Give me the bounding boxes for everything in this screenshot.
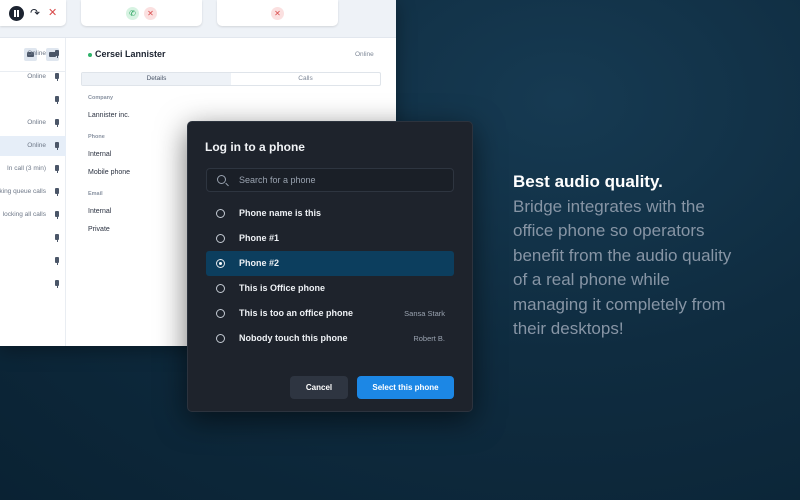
phone-name: Phone name is this [239,208,322,218]
email-private: Private [88,226,110,233]
dialog-title: Log in to a phone [205,140,305,154]
status-text: Online [27,142,46,149]
phone-name: This is too an office phone [239,308,354,318]
pin-icon[interactable] [55,142,59,150]
hangup-icon[interactable]: ✕ [48,6,57,21]
reject-call-icon[interactable]: ✕ [144,7,157,20]
pin-icon[interactable] [55,280,59,288]
phone-name: This is Office phone [239,283,326,293]
phone-option[interactable]: Nobody touch this phone Robert B. [206,326,454,351]
phone-name: Phone #1 [239,233,280,243]
phone-option[interactable]: Phone name is this [206,201,454,226]
pin-icon[interactable] [55,165,59,173]
phone-mobile: Mobile phone [88,169,131,176]
status-row[interactable] [0,274,66,294]
status-row[interactable]: Online [0,67,66,87]
status-row[interactable] [0,251,66,271]
status-row[interactable]: Online [0,136,66,156]
phone-owner: Sansa Stark [404,309,445,318]
status-text: king queue calls [0,188,46,195]
pin-icon[interactable] [55,50,59,58]
status-row[interactable]: In call (3 min) [0,159,66,179]
radio-unchecked-icon[interactable] [216,309,225,318]
online-dot-icon [88,53,92,57]
status-text: Online [27,50,46,57]
active-call-controls: ↷ ✕ [0,0,66,26]
status-text: locking all calls [2,211,46,218]
tab-calls[interactable]: Calls [231,73,380,85]
phone-internal: Internal [88,151,112,158]
pin-icon[interactable] [55,211,59,219]
phone-owner: Robert B. [413,334,445,343]
status-row[interactable]: king queue calls [0,182,66,202]
phone-option[interactable]: This is Office phone [206,276,454,301]
phone-option[interactable]: This is too an office phone Sansa Stark [206,301,454,326]
promo-body: Bridge integrates with the office phone … [513,196,732,339]
radio-unchecked-icon[interactable] [216,334,225,343]
search-input[interactable] [239,172,439,188]
tab-details[interactable]: Details [82,73,231,85]
contact-tabs: Details Calls [81,72,381,86]
forward-arrow-icon[interactable]: ↷ [30,6,40,21]
search-box [206,168,454,192]
radio-checked-icon[interactable] [216,259,225,268]
radio-unchecked-icon[interactable] [216,209,225,218]
accept-call-icon[interactable]: ✆ [126,7,139,20]
status-text: In call (3 min) [6,165,46,172]
promo-text: Best audio quality. Bridge integrates wi… [513,170,743,342]
phone-option[interactable]: Phone #1 [206,226,454,251]
pin-icon[interactable] [55,73,59,81]
section-label-company: Company [88,95,114,101]
status-row[interactable]: Online [0,113,66,133]
status-row[interactable] [0,228,66,248]
phone-name: Phone #2 [239,258,280,268]
status-row[interactable]: locking all calls [0,205,66,225]
email-internal: Internal [88,208,112,215]
status-row[interactable] [0,90,66,110]
incoming-call-card: ✆ ✕ [81,0,202,26]
search-icon [217,175,226,184]
radio-unchecked-icon[interactable] [216,234,225,243]
pause-icon[interactable] [9,6,24,21]
pin-icon[interactable] [55,257,59,265]
call-bar: ↷ ✕ ✆ ✕ ✕ [0,0,396,38]
promo-headline: Best audio quality. [513,172,663,191]
contact-status: Online [355,51,374,58]
phone-list: Phone name is this Phone #1 Phone #2 This i… [206,201,454,351]
pin-icon[interactable] [55,119,59,127]
reject-call-icon[interactable]: ✕ [271,7,284,20]
login-phone-dialog: Log in to a phone Phone name is thisPhon… [187,121,473,412]
status-text: Online [27,73,46,80]
company-value: Lannister inc. [88,112,130,119]
pin-icon[interactable] [55,96,59,104]
cancel-button[interactable]: Cancel [290,376,348,399]
incoming-call-card: ✕ [217,0,338,26]
section-label-email: Email [88,191,103,197]
status-column: Online Online Online Online In call (3 min) k… [0,38,66,346]
radio-unchecked-icon[interactable] [216,284,225,293]
phone-option[interactable]: Phone #2 [206,251,454,276]
status-text: Online [27,119,46,126]
select-phone-button[interactable]: Select this phone [357,376,454,399]
status-row[interactable]: Online [0,44,66,64]
phone-name: Nobody touch this phone [239,333,348,343]
section-label-phone: Phone [88,134,105,140]
pin-icon[interactable] [55,188,59,196]
contact-name: Cersei Lannister [95,49,166,59]
pin-icon[interactable] [55,234,59,242]
